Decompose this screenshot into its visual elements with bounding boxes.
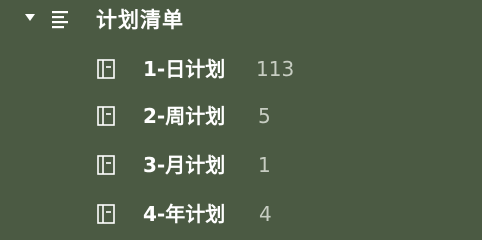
notebook-icon — [97, 155, 115, 175]
list-item-yearly-plan[interactable]: 4-年计划 4 — [0, 194, 482, 234]
plan-list-group: 计划清单 1-日计划 113 2-周计划 5 3-月计划 1 4-年计划 4 — [0, 0, 482, 234]
list-item-count: 4 — [259, 202, 272, 226]
list-item-label: 4-年计划 — [143, 202, 226, 226]
list-lines-icon — [52, 11, 68, 29]
list-item-weekly-plan[interactable]: 2-周计划 5 — [0, 96, 482, 136]
list-item-count: 5 — [258, 104, 271, 128]
list-item-count: 1 — [258, 153, 271, 177]
list-item-label: 2-周计划 — [143, 104, 226, 128]
list-item-count: 113 — [256, 57, 295, 81]
list-item-monthly-plan[interactable]: 3-月计划 1 — [0, 145, 482, 185]
group-title: 计划清单 — [96, 8, 184, 32]
notebook-icon — [97, 59, 115, 79]
notebook-icon — [97, 106, 115, 126]
list-item-label: 1-日计划 — [143, 57, 226, 81]
notebook-icon — [97, 204, 115, 224]
list-item-daily-plan[interactable]: 1-日计划 113 — [0, 49, 482, 89]
list-item-label: 3-月计划 — [143, 153, 226, 177]
group-header[interactable]: 计划清单 — [0, 0, 482, 40]
chevron-down-icon[interactable] — [23, 12, 37, 24]
